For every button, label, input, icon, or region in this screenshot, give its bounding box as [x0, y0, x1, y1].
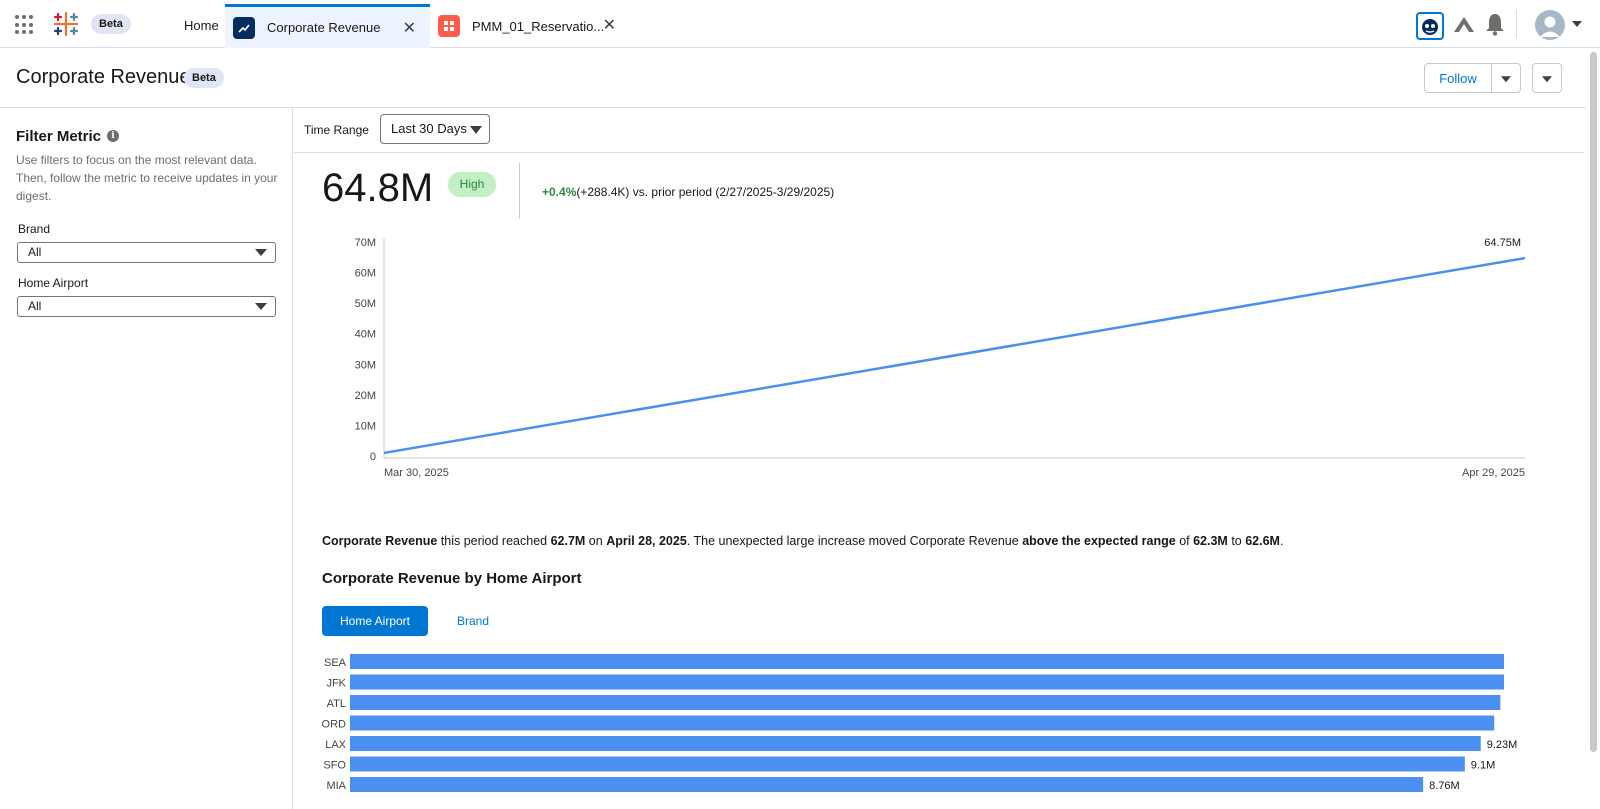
bar-category-label: ATL [327, 698, 346, 710]
bar-value-label: 9.1M [1471, 760, 1495, 772]
change-percent: +0.4% [542, 185, 577, 199]
home-airport-label: Home Airport [18, 276, 89, 290]
y-tick-label: 30M [355, 359, 376, 371]
y-tick-label: 40M [355, 329, 376, 341]
brand-select-value: All [28, 245, 42, 259]
section-divider [294, 152, 1584, 153]
close-icon[interactable]: ✕ [603, 15, 616, 35]
nav-divider [1516, 10, 1517, 38]
metric-main: Time Range Last 30 Days 64.8M High +0.4%… [294, 108, 1584, 809]
page-header: Corporate Revenue Beta Follow [0, 48, 1600, 108]
bar-mia [350, 777, 1424, 792]
bar-category-label: SEA [324, 657, 347, 669]
brand-select[interactable]: All [17, 242, 276, 263]
end-value-label: 64.75M [1484, 237, 1521, 249]
kpi-divider [519, 163, 520, 219]
chevron-down-icon [255, 249, 267, 256]
chevron-down-icon [1542, 76, 1552, 83]
brand-label: Brand [18, 222, 51, 236]
bar-category-label: JFK [326, 678, 346, 690]
time-range-select[interactable]: Last 30 Days [380, 114, 490, 144]
filter-description: Use filters to focus on the most relevan… [16, 153, 278, 203]
bar-category-label: LAX [325, 739, 346, 751]
tab-corporate-revenue[interactable]: Corporate Revenue ✕ [225, 4, 430, 48]
chevron-down-icon [255, 303, 267, 310]
tab-label: Corporate Revenue [267, 20, 381, 35]
metric-trend-icon [233, 16, 255, 39]
insight-part: 62.6M [1245, 534, 1280, 548]
y-tick-label: 60M [355, 268, 376, 280]
revenue-line-chart: 0 10M 20M 30M 40M 50M 60M 70M Mar 30, 2025 Apr 29… [355, 237, 1526, 479]
bar-category-label: ORD [322, 719, 347, 731]
home-airport-select-value: All [28, 299, 42, 313]
bar-category-label: MIA [326, 780, 346, 792]
bar-jfk [350, 674, 1504, 690]
bar-sfo [350, 756, 1465, 772]
y-tick-label: 50M [355, 298, 376, 310]
insight-part: 62.3M [1193, 534, 1228, 548]
bar-value-label: 8.76M [1429, 780, 1460, 792]
chevron-down-icon [1501, 76, 1511, 83]
tab-brand[interactable]: Brand [448, 606, 498, 636]
scrollbar-thumb[interactable] [1590, 52, 1597, 752]
app-launcher-icon[interactable] [15, 15, 35, 35]
bar-atl [350, 695, 1501, 710]
bell-icon[interactable] [1484, 12, 1506, 36]
y-tick-label: 20M [355, 390, 376, 402]
tab-home-airport[interactable]: Home Airport [322, 606, 428, 636]
bar-sea [350, 654, 1504, 669]
insight-part: April 28, 2025 [606, 534, 687, 548]
insight-text: Corporate Revenue this period reached 62… [322, 534, 1283, 548]
insight-part: 62.7M [550, 534, 586, 548]
x-tick-label: Apr 29, 2025 [1462, 467, 1525, 479]
bar-category-label: SFO [323, 760, 346, 772]
bar-lax [350, 736, 1481, 751]
filter-title: Filter Metric [16, 128, 102, 145]
more-actions-button[interactable] [1532, 63, 1562, 93]
insight-part: of [1175, 534, 1194, 548]
follow-button[interactable]: Follow [1424, 63, 1492, 93]
avatar[interactable] [1535, 10, 1565, 40]
trailhead-icon[interactable] [1452, 14, 1476, 36]
bar-ord [350, 715, 1495, 731]
insight-part: Corporate Revenue [322, 534, 438, 548]
home-airport-select[interactable]: All [17, 296, 276, 317]
time-range-value: Last 30 Days [391, 121, 467, 136]
change-detail: (+288.4K) vs. prior period (2/27/2025-3/… [576, 185, 835, 199]
home-airport-bar-chart: SEA JFK ATL ORD LAX 9.23M SFO 9.1M MIA 8.76M [322, 654, 1518, 792]
close-icon[interactable]: ✕ [403, 18, 416, 38]
breakdown-title: Corporate Revenue by Home Airport [322, 570, 582, 587]
tableau-logo-icon [53, 11, 79, 37]
x-tick-label: Mar 30, 2025 [384, 467, 449, 479]
chevron-down-icon[interactable] [1572, 21, 1582, 28]
time-range-label: Time Range [304, 123, 369, 137]
beta-badge: Beta [91, 14, 131, 34]
nav-home[interactable]: Home [184, 18, 219, 33]
y-tick-label: 10M [355, 420, 376, 432]
y-tick-label: 0 [370, 451, 376, 463]
period-change: +0.4%(+288.4K) vs. prior period (2/27/20… [542, 185, 834, 199]
insight-part: this period reached [437, 534, 551, 548]
status-badge: High [448, 172, 496, 197]
insight-part: . [1279, 534, 1284, 548]
global-nav: Beta Home Corporate Revenue ✕ PMM_01_Res… [0, 0, 1600, 48]
insight-part: above the expected range [1022, 534, 1176, 548]
insight-part: to [1227, 534, 1246, 548]
beta-badge: Beta [184, 68, 224, 88]
agent-assistant-icon[interactable] [1416, 12, 1444, 40]
y-tick-label: 70M [355, 237, 376, 249]
tab-pmm-reservations[interactable]: PMM_01_Reservatio... ✕ [430, 4, 630, 48]
page-title: Corporate Revenue [16, 66, 191, 88]
follow-menu-button[interactable] [1491, 63, 1521, 93]
tab-label: PMM_01_Reservatio... [472, 18, 605, 34]
chevron-down-icon [470, 126, 482, 134]
revenue-series-line [383, 256, 1526, 455]
metric-value: 64.8M [322, 166, 434, 210]
insight-part: . The unexpected large increase moved Co… [686, 534, 1023, 548]
bar-value-label: 9.23M [1487, 739, 1518, 751]
filter-sidebar: Filter Metric i Use filters to focus on … [0, 108, 293, 809]
info-icon[interactable]: i [107, 130, 119, 142]
dashboard-icon [438, 15, 460, 37]
insight-part: on [585, 534, 607, 548]
